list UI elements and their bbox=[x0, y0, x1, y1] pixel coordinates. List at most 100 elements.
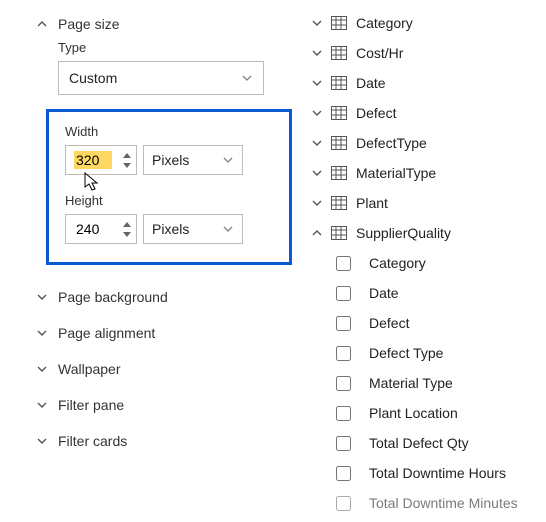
chevron-down-icon bbox=[306, 17, 328, 29]
field-column-material-type[interactable]: Material Type bbox=[336, 368, 546, 398]
field-column-defect-type[interactable]: Defect Type bbox=[336, 338, 546, 368]
height-input[interactable] bbox=[74, 220, 112, 238]
width-decrement[interactable] bbox=[122, 160, 132, 170]
width-input-wrapper bbox=[65, 145, 137, 175]
field-column-defect[interactable]: Defect bbox=[336, 308, 546, 338]
field-label: Cost/Hr bbox=[356, 45, 403, 61]
table-icon bbox=[328, 46, 350, 60]
format-panel: Page size Type Custom Width bbox=[0, 0, 300, 522]
field-column-label: Total Defect Qty bbox=[369, 435, 469, 451]
chevron-down-icon bbox=[34, 361, 50, 377]
table-icon bbox=[328, 166, 350, 180]
field-checkbox[interactable] bbox=[336, 256, 351, 271]
field-table-cost-hr[interactable]: Cost/Hr bbox=[306, 38, 546, 68]
table-icon bbox=[328, 136, 350, 150]
width-unit-dropdown[interactable]: Pixels bbox=[143, 145, 243, 175]
fields-panel: Category Cost/Hr Date Defect DefectType Mater… bbox=[300, 0, 546, 522]
field-table-materialtype[interactable]: MaterialType bbox=[306, 158, 546, 188]
field-checkbox[interactable] bbox=[336, 466, 351, 481]
width-unit-value: Pixels bbox=[152, 152, 189, 168]
dimensions-highlight: Width Pixels bbox=[46, 109, 292, 265]
field-table-supplierquality[interactable]: SupplierQuality bbox=[306, 218, 546, 248]
height-decrement[interactable] bbox=[122, 229, 132, 239]
section-label: Wallpaper bbox=[58, 361, 121, 377]
field-label: Plant bbox=[356, 195, 388, 211]
table-icon bbox=[328, 106, 350, 120]
height-spinners bbox=[122, 219, 132, 239]
section-header-filter-pane[interactable]: Filter pane bbox=[34, 387, 284, 423]
chevron-down-icon bbox=[306, 137, 328, 149]
field-checkbox[interactable] bbox=[336, 496, 351, 511]
field-column-label: Date bbox=[369, 285, 399, 301]
width-label: Width bbox=[65, 124, 277, 139]
field-columns-supplierquality: Category Date Defect Defect Type Material Ty… bbox=[306, 248, 546, 518]
chevron-down-icon bbox=[241, 72, 253, 84]
width-input[interactable] bbox=[74, 151, 112, 169]
section-header-wallpaper[interactable]: Wallpaper bbox=[34, 351, 284, 387]
field-column-label: Defect bbox=[369, 315, 409, 331]
field-checkbox[interactable] bbox=[336, 406, 351, 421]
width-increment[interactable] bbox=[122, 150, 132, 160]
field-column-label: Total Downtime Minutes bbox=[369, 495, 518, 511]
field-label: Category bbox=[356, 15, 413, 31]
field-checkbox[interactable] bbox=[336, 316, 351, 331]
height-increment[interactable] bbox=[122, 219, 132, 229]
chevron-down-icon bbox=[306, 107, 328, 119]
field-label: DefectType bbox=[356, 135, 427, 151]
table-icon bbox=[328, 76, 350, 90]
width-row: Pixels bbox=[65, 145, 277, 175]
field-column-label: Total Downtime Hours bbox=[369, 465, 506, 481]
field-table-defecttype[interactable]: DefectType bbox=[306, 128, 546, 158]
section-label: Page background bbox=[58, 289, 168, 305]
field-column-label: Defect Type bbox=[369, 345, 443, 361]
field-column-label: Category bbox=[369, 255, 426, 271]
type-value: Custom bbox=[69, 70, 117, 86]
field-checkbox[interactable] bbox=[336, 346, 351, 361]
type-label: Type bbox=[58, 40, 284, 55]
field-checkbox[interactable] bbox=[336, 436, 351, 451]
chevron-down-icon bbox=[34, 289, 50, 305]
field-column-total-downtime-minutes[interactable]: Total Downtime Minutes bbox=[336, 488, 546, 518]
field-checkbox[interactable] bbox=[336, 376, 351, 391]
section-label: Page size bbox=[58, 16, 119, 32]
field-label: MaterialType bbox=[356, 165, 436, 181]
section-header-filter-cards[interactable]: Filter cards bbox=[34, 423, 284, 459]
chevron-down-icon bbox=[34, 397, 50, 413]
chevron-down-icon bbox=[34, 433, 50, 449]
field-column-label: Plant Location bbox=[369, 405, 458, 421]
field-table-defect[interactable]: Defect bbox=[306, 98, 546, 128]
field-table-plant[interactable]: Plant bbox=[306, 188, 546, 218]
field-column-category[interactable]: Category bbox=[336, 248, 546, 278]
chevron-down-icon bbox=[306, 167, 328, 179]
field-column-total-downtime-hours[interactable]: Total Downtime Hours bbox=[336, 458, 546, 488]
section-page-size: Page size Type Custom Width bbox=[34, 10, 284, 265]
field-table-category[interactable]: Category bbox=[306, 8, 546, 38]
section-label: Filter pane bbox=[58, 397, 124, 413]
type-field: Type Custom bbox=[58, 40, 284, 95]
chevron-down-icon bbox=[222, 223, 234, 235]
section-label: Page alignment bbox=[58, 325, 155, 341]
table-icon bbox=[328, 16, 350, 30]
chevron-up-icon bbox=[306, 227, 328, 239]
field-table-date[interactable]: Date bbox=[306, 68, 546, 98]
section-header-page-alignment[interactable]: Page alignment bbox=[34, 315, 284, 351]
field-checkbox[interactable] bbox=[336, 286, 351, 301]
section-label: Filter cards bbox=[58, 433, 127, 449]
table-icon bbox=[328, 196, 350, 210]
type-dropdown[interactable]: Custom bbox=[58, 61, 264, 95]
height-unit-dropdown[interactable]: Pixels bbox=[143, 214, 243, 244]
field-column-date[interactable]: Date bbox=[336, 278, 546, 308]
chevron-down-icon bbox=[34, 325, 50, 341]
chevron-down-icon bbox=[222, 154, 234, 166]
section-header-page-background[interactable]: Page background bbox=[34, 279, 284, 315]
field-label: SupplierQuality bbox=[356, 225, 451, 241]
height-label: Height bbox=[65, 193, 277, 208]
section-header-page-size[interactable]: Page size bbox=[34, 10, 284, 38]
width-spinners bbox=[122, 150, 132, 170]
field-column-plant-location[interactable]: Plant Location bbox=[336, 398, 546, 428]
table-icon bbox=[328, 226, 350, 240]
field-label: Date bbox=[356, 75, 386, 91]
page-size-content: Type Custom Width bbox=[34, 40, 284, 265]
chevron-down-icon bbox=[306, 197, 328, 209]
field-column-total-defect-qty[interactable]: Total Defect Qty bbox=[336, 428, 546, 458]
